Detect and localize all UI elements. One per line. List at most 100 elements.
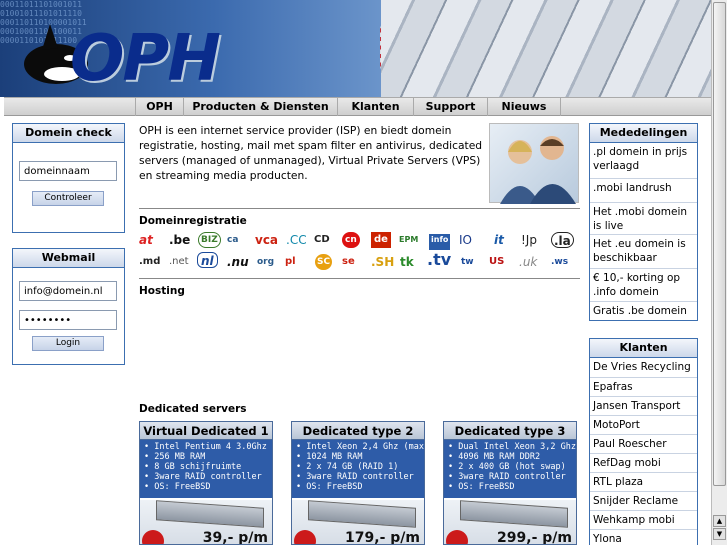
dedicated-specs: • Dual Intel Xeon 3,2 Ghz 64 • 4096 MB R… — [444, 440, 576, 498]
freebsd-icon — [142, 530, 164, 544]
spec-line: • Dual Intel Xeon 3,2 Ghz 64 — [448, 442, 577, 452]
spec-line: • 256 MB RAM — [144, 452, 206, 462]
client-item[interactable]: Wehkamp mobi — [590, 510, 697, 529]
tld-tv-icon[interactable]: .tv — [427, 252, 451, 268]
tld-biz-icon[interactable]: BIZ — [198, 232, 221, 248]
client-item[interactable]: Snijder Reclame — [590, 491, 697, 510]
client-item[interactable]: RTL plaza — [590, 472, 697, 491]
tld-epm-icon[interactable]: EPM — [399, 232, 418, 248]
tld-uk-icon[interactable]: .uk — [519, 254, 537, 270]
spec-line: • OS: FreeBSD — [144, 482, 211, 492]
spec-line: • 1024 MB RAM — [296, 452, 363, 462]
controleer-button[interactable]: Controleer — [32, 191, 104, 206]
nav-oph[interactable]: OPH — [135, 98, 183, 116]
client-item[interactable]: RefDag mobi — [590, 453, 697, 472]
tld-pl-icon[interactable]: pl — [285, 254, 296, 270]
server-image: 39,- p/m — [140, 500, 272, 544]
price: 179,- p/m — [345, 530, 420, 545]
server-image: 179,- p/m — [292, 500, 424, 545]
tld-be-icon[interactable]: .be — [169, 232, 190, 248]
dedicated-specs: • Intel Xeon 2,4 Ghz (max. 2x) • 1024 MB… — [292, 440, 424, 498]
klanten-title: Klanten — [590, 339, 697, 358]
webmail-title: Webmail — [13, 249, 124, 268]
spec-line: • 3ware RAID controller — [144, 472, 262, 482]
spec-line: • 8 GB schijfruimte — [144, 462, 242, 472]
people-icon — [500, 136, 576, 204]
client-item[interactable]: MotoPort — [590, 415, 697, 434]
news-item[interactable]: Het .eu domein is beschikbaar — [590, 234, 697, 268]
tld-at-icon[interactable]: at — [139, 232, 153, 248]
tld-vca-icon[interactable]: vca — [255, 232, 278, 248]
tld-cd-icon[interactable]: CD — [314, 232, 330, 248]
tld-la-icon[interactable]: .la — [551, 232, 574, 248]
client-item[interactable]: De Vries Recycling — [590, 358, 697, 377]
people-photo — [489, 123, 579, 204]
tld-ca-icon[interactable]: ca — [227, 232, 238, 248]
tld-it-icon[interactable]: it — [494, 232, 504, 248]
tld-cn-icon[interactable]: cn — [342, 232, 360, 248]
tld-tk-icon[interactable]: tk — [400, 254, 414, 270]
dedicated-card-3[interactable]: Dedicated type 3 • Dual Intel Xeon 3,2 G… — [443, 421, 577, 545]
spec-line: • OS: FreeBSD — [448, 482, 515, 492]
tld-io-icon[interactable]: IO — [459, 232, 472, 248]
nav-support[interactable]: Support — [413, 98, 487, 116]
tld-sc-icon[interactable]: SC — [315, 254, 333, 270]
page: 00011011101001011 01001011101011110 0001… — [0, 0, 727, 545]
client-item[interactable]: Paul Roescher — [590, 434, 697, 453]
client-item[interactable]: Epafras — [590, 377, 697, 396]
spec-line: • Intel Xeon 2,4 Ghz (max. 2x) — [296, 442, 424, 452]
tld-nl-icon[interactable]: nl — [197, 252, 218, 268]
news-item[interactable]: Het .mobi domein is live — [590, 202, 697, 234]
tld-md-icon[interactable]: .md — [139, 254, 160, 270]
dedicated-title: Dedicated type 2 — [292, 422, 424, 440]
scroll-thumb[interactable] — [713, 2, 726, 486]
tld-se-icon[interactable]: se — [342, 254, 355, 270]
news-item[interactable]: .mobi landrush — [590, 178, 697, 202]
tld-tw-icon[interactable]: tw — [461, 254, 474, 270]
nav-producten-diensten[interactable]: Producten & Diensten — [183, 98, 337, 116]
tld-cc-icon[interactable]: .CC — [286, 232, 307, 248]
password-field[interactable] — [19, 310, 117, 330]
server-icon — [460, 500, 568, 528]
nav-nieuws[interactable]: Nieuws — [487, 98, 561, 116]
freebsd-icon — [446, 530, 468, 544]
dedicated-card-1[interactable]: Virtual Dedicated 1 • Intel Pentium 4 3.… — [139, 421, 273, 545]
dedicated-title: Virtual Dedicated 1 — [140, 422, 272, 440]
nav-klanten[interactable]: Klanten — [337, 98, 413, 116]
webmail-box: Webmail Login — [12, 248, 125, 365]
client-item[interactable]: Jansen Transport — [590, 396, 697, 415]
tld-jp-icon[interactable]: !Jp — [521, 232, 537, 248]
tld-nu-icon[interactable]: .nu — [227, 254, 249, 270]
news-item[interactable]: € 10,- korting op .info domein — [590, 268, 697, 301]
freebsd-icon — [294, 530, 316, 544]
tld-sh-icon[interactable]: .SH — [371, 254, 394, 270]
login-button[interactable]: Login — [32, 336, 104, 351]
scroll-down-icon[interactable]: ▼ — [713, 528, 726, 540]
news-item[interactable]: Gratis .be domein — [590, 301, 697, 321]
tld-us-icon[interactable]: US — [489, 254, 504, 270]
tld-org-icon[interactable]: org — [257, 254, 274, 270]
oph-logo[interactable]: OPH — [22, 18, 221, 96]
header-banner: 00011011101001011 01001011101011110 0001… — [0, 0, 711, 97]
dedicated-heading: Dedicated servers — [139, 403, 247, 415]
spec-line: • OS: FreeBSD — [296, 482, 363, 492]
mededelingen-title: Mededelingen — [590, 124, 697, 143]
dedicated-card-2[interactable]: Dedicated type 2 • Intel Xeon 2,4 Ghz (m… — [291, 421, 425, 545]
tld-de-icon[interactable]: de — [371, 232, 391, 248]
spec-line: • 3ware RAID controller — [448, 472, 566, 482]
logo-text: OPH — [70, 22, 221, 96]
email-field[interactable] — [19, 281, 117, 301]
spec-line: • 2 x 400 GB (hot swap) — [448, 462, 566, 472]
tld-info-icon[interactable]: info — [429, 234, 451, 250]
domein-check-title: Domein check — [13, 124, 124, 143]
client-item[interactable]: Ylona — [590, 529, 697, 545]
dedicated-title: Dedicated type 3 — [444, 422, 576, 440]
tld-net-icon[interactable]: .net — [169, 254, 189, 270]
domein-input[interactable] — [19, 161, 117, 181]
tld-ws-icon[interactable]: .ws — [551, 254, 568, 270]
scroll-up-icon[interactable]: ▲ — [713, 515, 726, 527]
news-item[interactable]: .pl domein in prijs verlaagd — [590, 143, 697, 178]
keyboard-image — [381, 0, 711, 97]
vertical-scrollbar[interactable]: ▲ ▼ — [711, 0, 727, 545]
mededelingen-box: Mededelingen .pl domein in prijs verlaag… — [589, 123, 698, 321]
